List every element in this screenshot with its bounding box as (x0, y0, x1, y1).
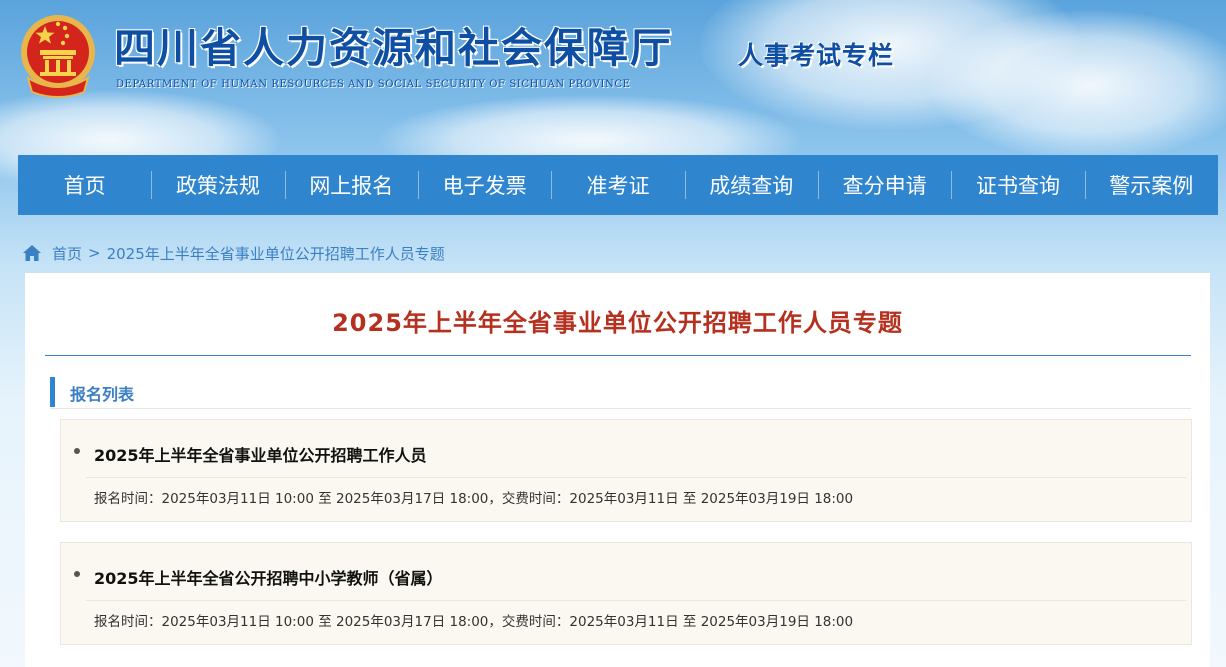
card-title[interactable]: 2025年上半年全省公开招聘中小学教师（省属） (94, 565, 443, 589)
nav-item-policies[interactable]: 政策法规 (151, 155, 284, 215)
section-header: 报名列表 (50, 377, 1191, 409)
main-content: 2025年上半年全省事业单位公开招聘工作人员专题 报名列表 2025年上半年全省… (25, 273, 1210, 667)
section-accent-bar (50, 377, 55, 407)
card-title[interactable]: 2025年上半年全省事业单位公开招聘工作人员 (94, 442, 427, 466)
bullet-icon (74, 571, 80, 577)
home-icon (23, 245, 41, 261)
nav-item-score-query[interactable]: 成绩查询 (684, 155, 818, 215)
national-emblem-icon (21, 15, 95, 98)
nav-item-score-review[interactable]: 查分申请 (817, 155, 951, 215)
title-divider (45, 355, 1191, 356)
card-schedule: 报名时间：2025年03月11日 10:00 至 2025年03月17日 18:… (94, 614, 854, 630)
column-name: 人事考试专栏 (738, 41, 895, 70)
nav-item-e-invoice[interactable]: 电子发票 (417, 155, 551, 215)
nav-item-warning-cases[interactable]: 警示案例 (1084, 155, 1218, 215)
site-header: 四川省人力资源和社会保障厅 DEPARTMENT OF HUMAN RESOUR… (0, 0, 1226, 150)
breadcrumb-home-link[interactable]: 首页 (52, 243, 82, 264)
nav-item-online-registration[interactable]: 网上报名 (284, 155, 418, 215)
breadcrumb-separator: > (88, 244, 101, 262)
nav-item-home[interactable]: 首页 (18, 155, 151, 215)
registration-card[interactable]: 2025年上半年全省公开招聘中小学教师（省属） 报名时间：2025年03月11日… (60, 542, 1192, 645)
breadcrumb-current[interactable]: 2025年上半年全省事业单位公开招聘工作人员专题 (107, 243, 445, 264)
card-divider (86, 477, 1186, 478)
site-title: 四川省人力资源和社会保障厅 (114, 24, 673, 72)
site-subtitle: DEPARTMENT OF HUMAN RESOURCES AND SOCIAL… (116, 79, 631, 90)
bullet-icon (74, 448, 80, 454)
card-schedule: 报名时间：2025年03月11日 10:00 至 2025年03月17日 18:… (94, 491, 854, 507)
card-divider (86, 600, 1186, 601)
section-label: 报名列表 (70, 385, 135, 404)
main-nav: 首页 政策法规 网上报名 电子发票 准考证 成绩查询 查分申请 证书查询 警示案… (18, 155, 1218, 215)
nav-item-certificate-query[interactable]: 证书查询 (951, 155, 1084, 215)
registration-card[interactable]: 2025年上半年全省事业单位公开招聘工作人员 报名时间：2025年03月11日 … (60, 419, 1192, 522)
breadcrumb: 首页 > 2025年上半年全省事业单位公开招聘工作人员专题 (22, 242, 445, 264)
page-title: 2025年上半年全省事业单位公开招聘工作人员专题 (332, 309, 903, 337)
nav-item-admission-ticket[interactable]: 准考证 (551, 155, 684, 215)
